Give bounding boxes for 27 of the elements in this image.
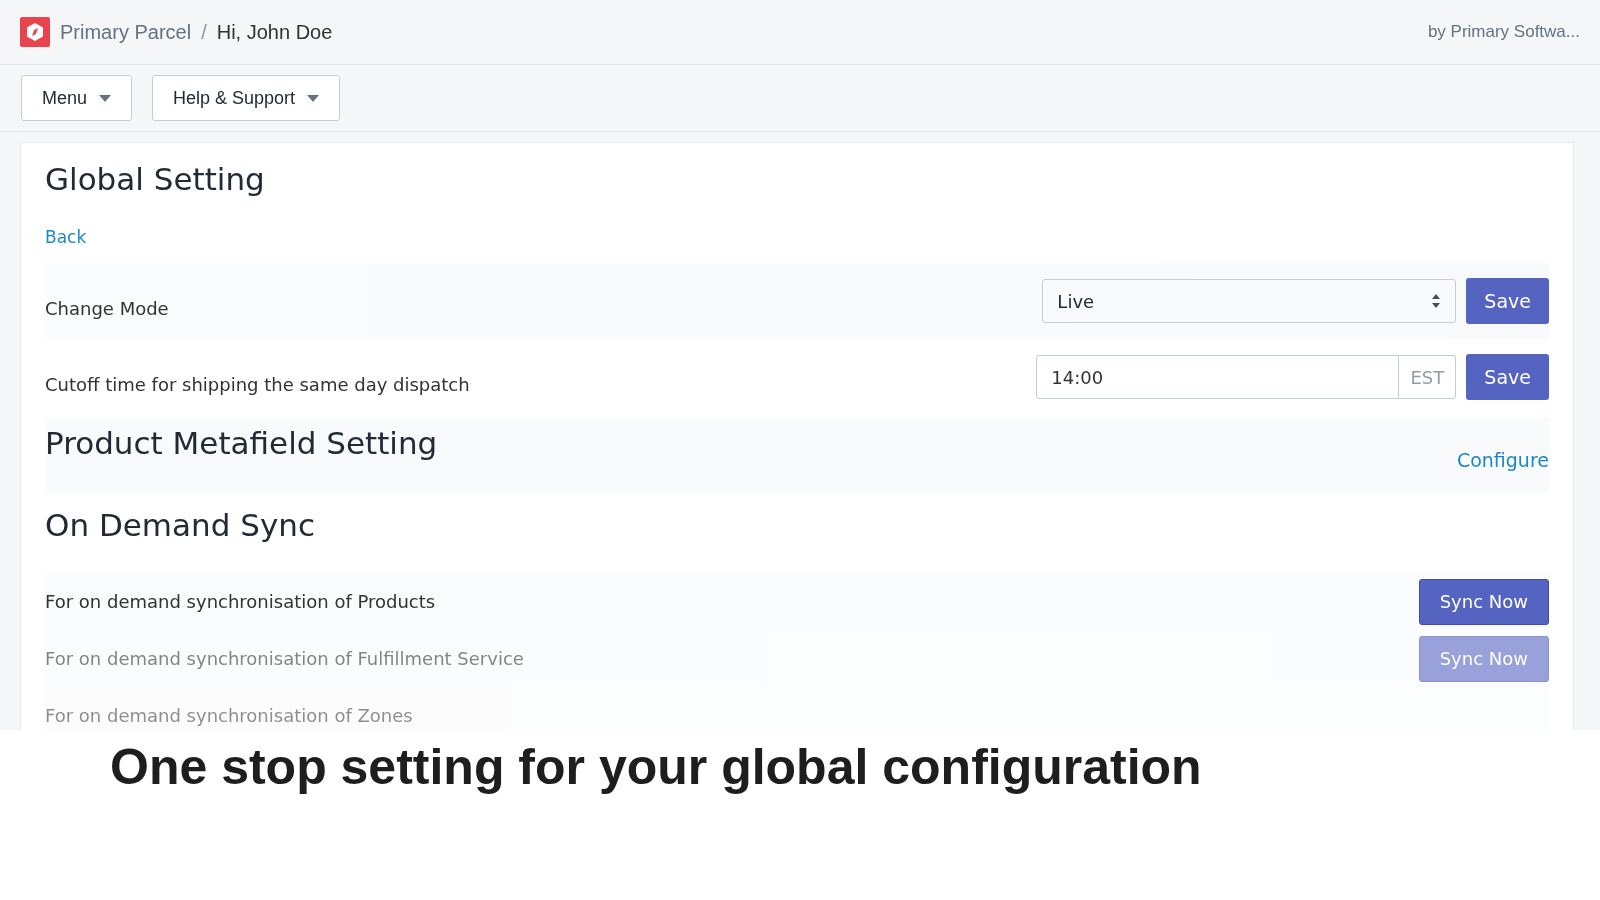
configure-link[interactable]: Configure [1456,449,1549,471]
time-input[interactable]: 14:00 [1036,355,1400,399]
sync-label: For on demand synchronisation of Zones [45,705,413,726]
mode-select[interactable]: Live [1042,279,1457,323]
dropdown-button[interactable]: Help & Support [152,75,341,121]
sync-button[interactable]: Sync Now [1418,578,1549,625]
setting-label: Cutoff time for shipping the same day dispatch [45,373,471,395]
timezone-suffix: EST [1399,355,1457,399]
page-title: Global Setting [45,161,266,197]
setting-label: Change Mode [45,297,170,319]
sync-label: For on demand synchronisation of Products [45,591,436,612]
vendor-text: by Primary Softwa... [1427,22,1580,42]
updown-icon [1431,293,1442,309]
back-link[interactable]: Back [45,227,87,247]
greeting: Hi, John Doe [216,20,333,44]
caret-icon [307,94,320,102]
breadcrumb-separator: / [201,20,207,44]
logo-icon [20,17,50,47]
save-button[interactable]: Save [1466,354,1549,400]
dropdown-button[interactable]: Menu [21,75,133,121]
section-heading: On Demand Sync [45,507,316,543]
caption: One stop setting for your global configuration [0,730,1600,900]
save-button[interactable]: Save [1466,278,1549,324]
caret-icon [99,94,112,102]
app-name: Primary Parcel [60,20,192,44]
section-heading: Product Metafield Setting [45,425,438,461]
sync-label: For on demand synchronisation of Fulfillment Service [45,648,524,669]
